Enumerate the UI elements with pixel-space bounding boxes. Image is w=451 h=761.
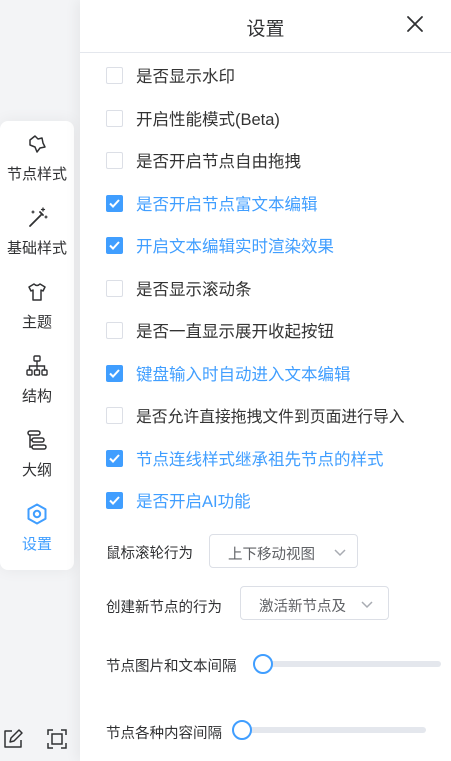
option-label: 是否开启节点自由拖拽 (136, 153, 301, 171)
node-style-icon (24, 131, 50, 157)
tool-label: 结构 (21, 388, 52, 405)
tool-label: 节点样式 (6, 166, 67, 183)
mouse-wheel-select[interactable]: 上下移动视图 (209, 534, 358, 568)
select-value: 激活新节点及 (259, 599, 346, 615)
tool-label: 基础样式 (6, 240, 67, 257)
checkbox[interactable] (106, 449, 123, 467)
option-keyboard-edit[interactable]: 键盘输入时自动进入文本编辑 (106, 361, 351, 385)
slider-thumb[interactable] (253, 654, 273, 674)
option-show-watermark[interactable]: 是否显示水印 (106, 63, 235, 87)
edit-icon[interactable] (2, 728, 26, 752)
option-label: 键盘输入时自动进入文本编辑 (136, 366, 351, 384)
tool-theme[interactable]: 主题 (0, 279, 74, 349)
create-node-label: 创建新节点的行为 (106, 600, 222, 616)
fullscreen-icon[interactable] (46, 728, 70, 752)
option-label: 开启文本编辑实时渲染效果 (136, 238, 334, 256)
magic-wand-icon (24, 205, 50, 231)
option-realtime-render[interactable]: 开启文本编辑实时渲染效果 (106, 233, 334, 257)
option-free-drag[interactable]: 是否开启节点自由拖拽 (106, 148, 301, 172)
option-always-show-expand[interactable]: 是否一直显示展开收起按钮 (106, 318, 334, 342)
option-label: 是否显示滚动条 (136, 281, 252, 299)
structure-icon (24, 353, 50, 379)
option-show-scrollbar[interactable]: 是否显示滚动条 (106, 276, 252, 300)
settings-hexagon-icon (24, 501, 50, 527)
option-label: 是否一直显示展开收起按钮 (136, 323, 334, 341)
option-label: 开启性能模式(Beta) (136, 111, 280, 129)
bottom-toolbar (0, 728, 80, 756)
checkbox[interactable] (106, 406, 123, 424)
image-text-spacing-slider[interactable] (260, 661, 441, 667)
shirt-icon (24, 279, 50, 305)
tool-node-style[interactable]: 节点样式 (0, 131, 74, 201)
tool-label: 大纲 (21, 462, 52, 479)
checkbox[interactable] (106, 321, 123, 339)
checkbox[interactable] (106, 364, 123, 382)
content-spacing-slider[interactable] (240, 727, 426, 733)
checkbox[interactable] (106, 194, 123, 212)
checkbox[interactable] (106, 66, 123, 84)
settings-panel: 设置 是否显示水印 开启性能模式(Beta) 是否开启节点自由拖拽 是否开启节点… (80, 0, 451, 761)
tool-label: 设置 (21, 536, 52, 553)
select-value: 上下移动视图 (228, 547, 315, 563)
tool-basic-style[interactable]: 基础样式 (0, 205, 74, 275)
option-rich-text[interactable]: 是否开启节点富文本编辑 (106, 191, 318, 215)
checkbox[interactable] (106, 279, 123, 297)
panel-title: 设置 (246, 19, 285, 40)
option-performance-mode[interactable]: 开启性能模式(Beta) (106, 106, 280, 130)
tool-label: 主题 (21, 314, 52, 331)
panel-header: 设置 (80, 0, 451, 53)
tool-outline[interactable]: 大纲 (0, 427, 74, 497)
tool-settings[interactable]: 设置 (0, 501, 74, 571)
option-label: 是否开启节点富文本编辑 (136, 196, 318, 214)
tool-structure[interactable]: 结构 (0, 353, 74, 423)
image-text-spacing-label: 节点图片和文本间隔 (106, 659, 237, 675)
option-label: 是否允许直接拖拽文件到页面进行导入 (136, 408, 405, 426)
option-enable-ai[interactable]: 是否开启AI功能 (106, 488, 251, 512)
option-drag-file-import[interactable]: 是否允许直接拖拽文件到页面进行导入 (106, 403, 405, 427)
create-node-select[interactable]: 激活新节点及 (240, 586, 389, 620)
chevron-down-icon (360, 598, 374, 610)
mouse-wheel-label: 鼠标滚轮行为 (106, 546, 193, 562)
checkbox[interactable] (106, 491, 123, 509)
option-label: 节点连线样式继承祖先节点的样式 (136, 451, 384, 469)
chevron-down-icon (333, 546, 347, 558)
checkbox[interactable] (106, 236, 123, 254)
option-label: 是否显示水印 (136, 68, 235, 86)
outline-icon (24, 427, 50, 453)
option-label: 是否开启AI功能 (136, 493, 251, 511)
left-toolbar: 节点样式 基础样式 主题 结构 大纲 设置 (0, 121, 74, 570)
close-icon[interactable] (406, 15, 428, 37)
slider-thumb[interactable] (232, 720, 252, 740)
checkbox[interactable] (106, 109, 123, 127)
checkbox[interactable] (106, 151, 123, 169)
content-spacing-label: 节点各种内容间隔 (106, 726, 222, 742)
option-inherit-line-style[interactable]: 节点连线样式继承祖先节点的样式 (106, 446, 384, 470)
